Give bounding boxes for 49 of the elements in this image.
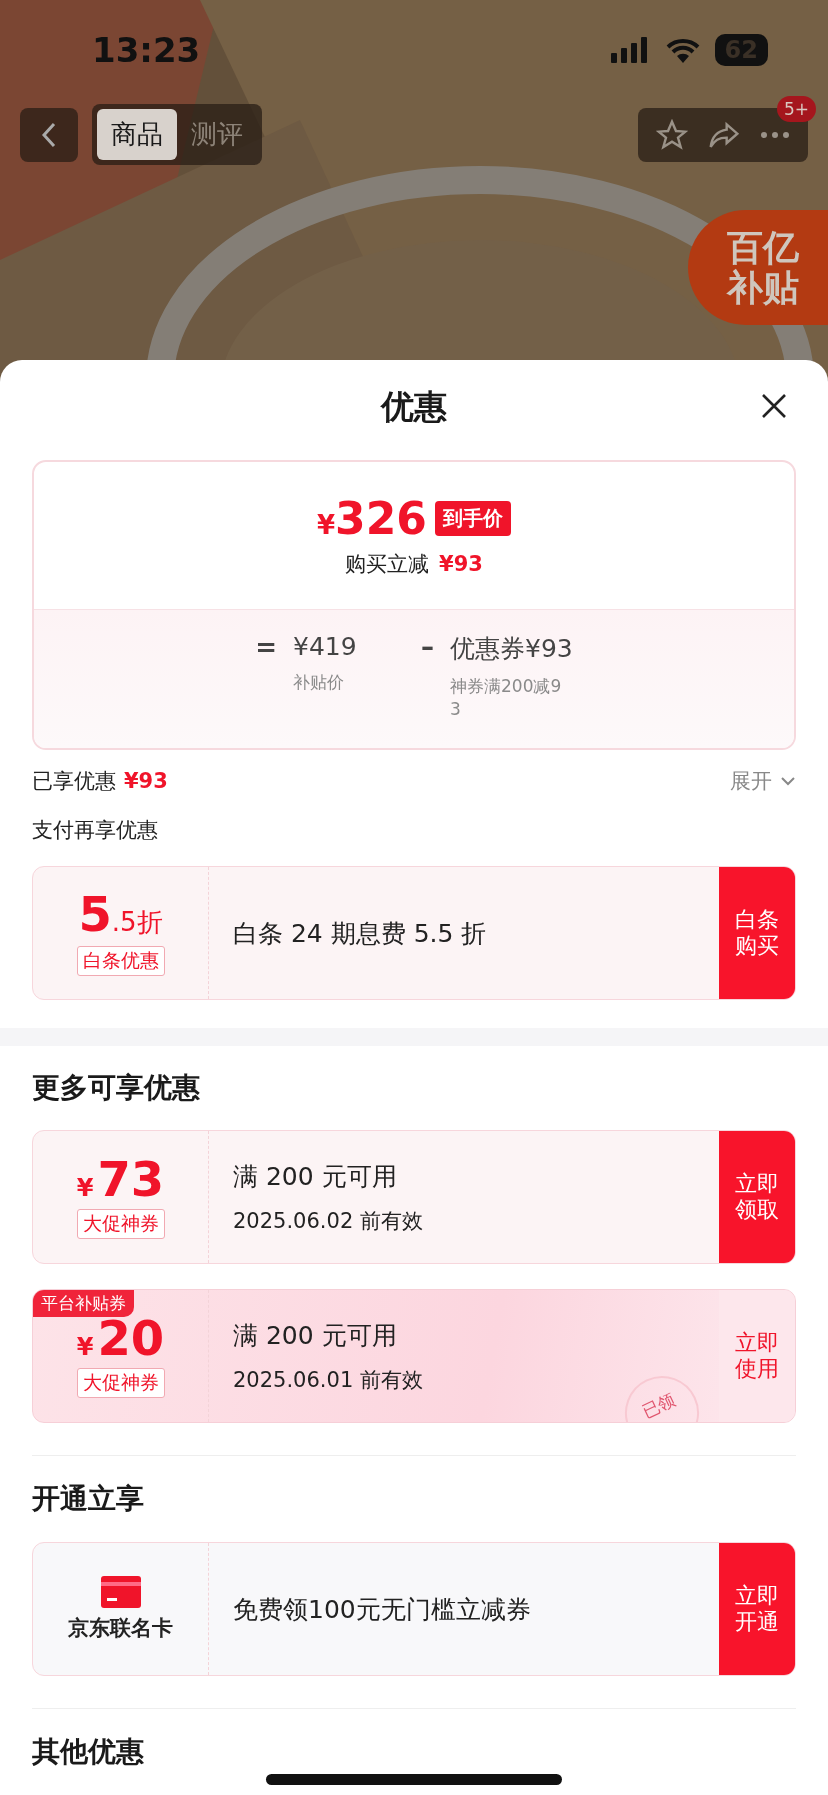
page-tab[interactable]: 商品 — [97, 109, 177, 160]
section-title: 更多可享优惠 — [32, 1070, 200, 1106]
offer-tag: 大促神券 — [76, 1209, 165, 1239]
coupon-condition: 满 200 元可用 — [233, 1160, 398, 1193]
offer-action-button[interactable]: 白条购买 — [719, 867, 795, 999]
coupon-amount: 73 — [97, 1155, 165, 1203]
page-tab[interactable]: 测评 — [177, 109, 257, 160]
formula-note: 神券满200减93 — [450, 675, 563, 721]
chevron-down-icon — [780, 776, 796, 786]
formula-operator: = — [255, 632, 278, 662]
sheet-title: 优惠 — [381, 385, 447, 428]
saving-label: 购买立减 — [345, 551, 430, 578]
saving-amount: ¥93 — [439, 552, 483, 576]
offer-description: 白条 24 期息费 5.5 折 — [233, 917, 488, 950]
offer-action-button[interactable]: 立即领取 — [719, 1131, 795, 1263]
subsidy-badge[interactable]: 百亿 补贴 — [688, 210, 828, 325]
coupon-expiry: 2025.06.02 前有效 — [233, 1207, 424, 1235]
back-button[interactable] — [20, 107, 78, 162]
currency-symbol: ¥ — [76, 1333, 94, 1361]
coupon-amount: 20 — [97, 1314, 165, 1362]
price-tag: 到手价 — [434, 501, 511, 536]
enjoyed-amount: ¥93 — [124, 769, 168, 793]
discount-unit: .5折 — [111, 906, 163, 939]
status-time: 13:23 — [92, 30, 201, 70]
expand-toggle[interactable]: 展开 — [730, 767, 796, 795]
coupon-condition: 满 200 元可用 — [233, 1319, 398, 1352]
coupon-expiry: 2025.06.01 前有效 — [233, 1366, 424, 1394]
offer-action-button[interactable]: 立即使用 — [719, 1290, 795, 1422]
back-icon — [41, 121, 57, 148]
pay-section-title: 支付再享优惠 — [32, 817, 158, 844]
credit-card-icon — [100, 1576, 141, 1608]
offer-action-button[interactable]: 立即开通 — [719, 1543, 795, 1675]
formula-value: ¥419 — [293, 632, 358, 661]
offer-tag: 白条优惠 — [76, 946, 165, 976]
wifi-icon — [664, 37, 701, 63]
enjoyed-label: 已享优惠 — [32, 768, 116, 795]
currency-symbol: ¥ — [76, 1174, 94, 1202]
section-title: 开通立享 — [32, 1481, 144, 1517]
formula-operator: – — [421, 632, 435, 662]
offer-description: 免费领100元无门槛立减券 — [233, 1593, 532, 1626]
offer-tag: 大促神券 — [76, 1368, 165, 1398]
final-price: 326 — [335, 493, 427, 544]
formula-note: 补贴价 — [293, 671, 346, 694]
card-name: 京东联名卡 — [68, 1615, 173, 1642]
formula-value: 优惠券¥93 — [450, 633, 573, 665]
ribbon-label: 平台补贴券 — [33, 1290, 134, 1317]
currency-symbol: ¥ — [317, 510, 336, 540]
discount-value: 5 — [78, 890, 112, 938]
section-title: 其他优惠 — [32, 1734, 144, 1770]
